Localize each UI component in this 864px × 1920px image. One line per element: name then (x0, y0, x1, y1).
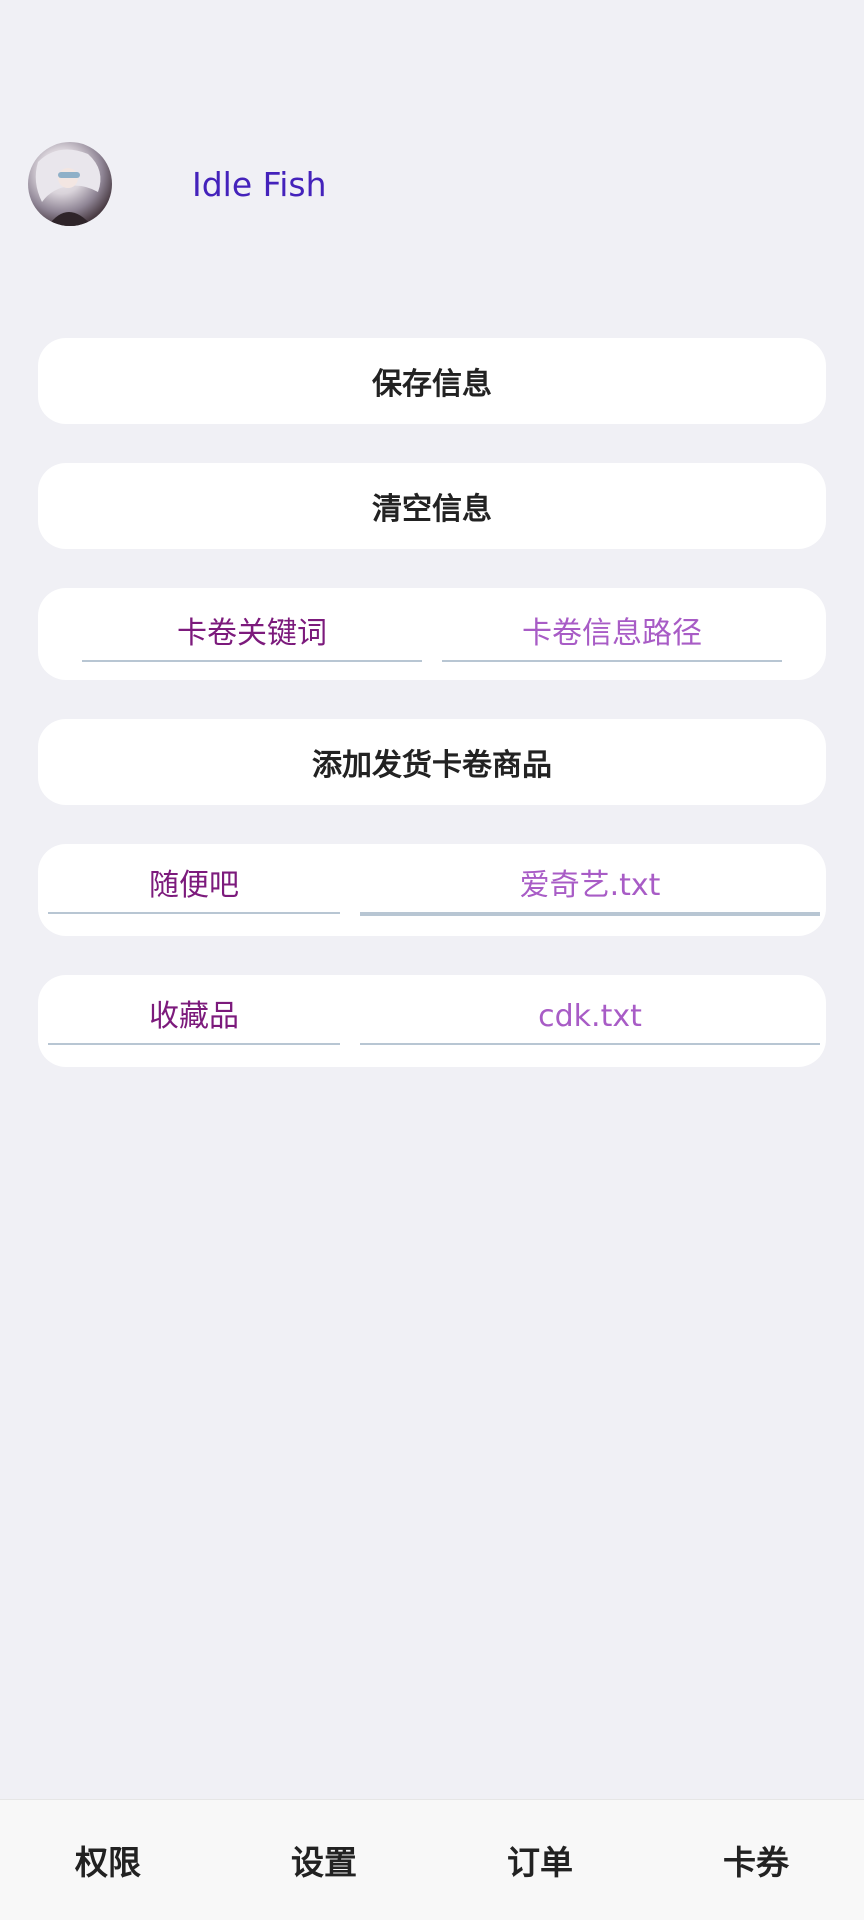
entry-keyword-field[interactable]: 收藏品 (48, 997, 340, 1045)
column-headers: 卡卷关键词 卡卷信息路径 (38, 588, 826, 680)
tab-orders[interactable]: 订单 (432, 1800, 648, 1920)
entry-row: 随便吧 爱奇艺.txt (38, 844, 826, 936)
add-item-button[interactable]: 添加发货卡卷商品 (38, 719, 826, 805)
clear-button[interactable]: 清空信息 (38, 463, 826, 549)
keyword-header-field[interactable]: 卡卷关键词 (82, 614, 422, 662)
entry-keyword-field[interactable]: 随便吧 (48, 866, 340, 914)
entry-row: 收藏品 cdk.txt (38, 975, 826, 1067)
bottom-tab-bar: 权限 设置 订单 卡券 (0, 1799, 864, 1920)
tab-coupons[interactable]: 卡券 (648, 1800, 864, 1920)
entry-path-field[interactable]: 爱奇艺.txt (360, 866, 820, 916)
save-button[interactable]: 保存信息 (38, 338, 826, 424)
tab-permissions[interactable]: 权限 (0, 1800, 216, 1920)
tab-settings[interactable]: 设置 (216, 1800, 432, 1920)
path-header-field[interactable]: 卡卷信息路径 (442, 614, 782, 662)
entry-path-field[interactable]: cdk.txt (360, 997, 820, 1045)
header: Idle Fish (28, 140, 327, 228)
avatar[interactable] (28, 142, 112, 226)
app-name: Idle Fish (192, 164, 327, 204)
